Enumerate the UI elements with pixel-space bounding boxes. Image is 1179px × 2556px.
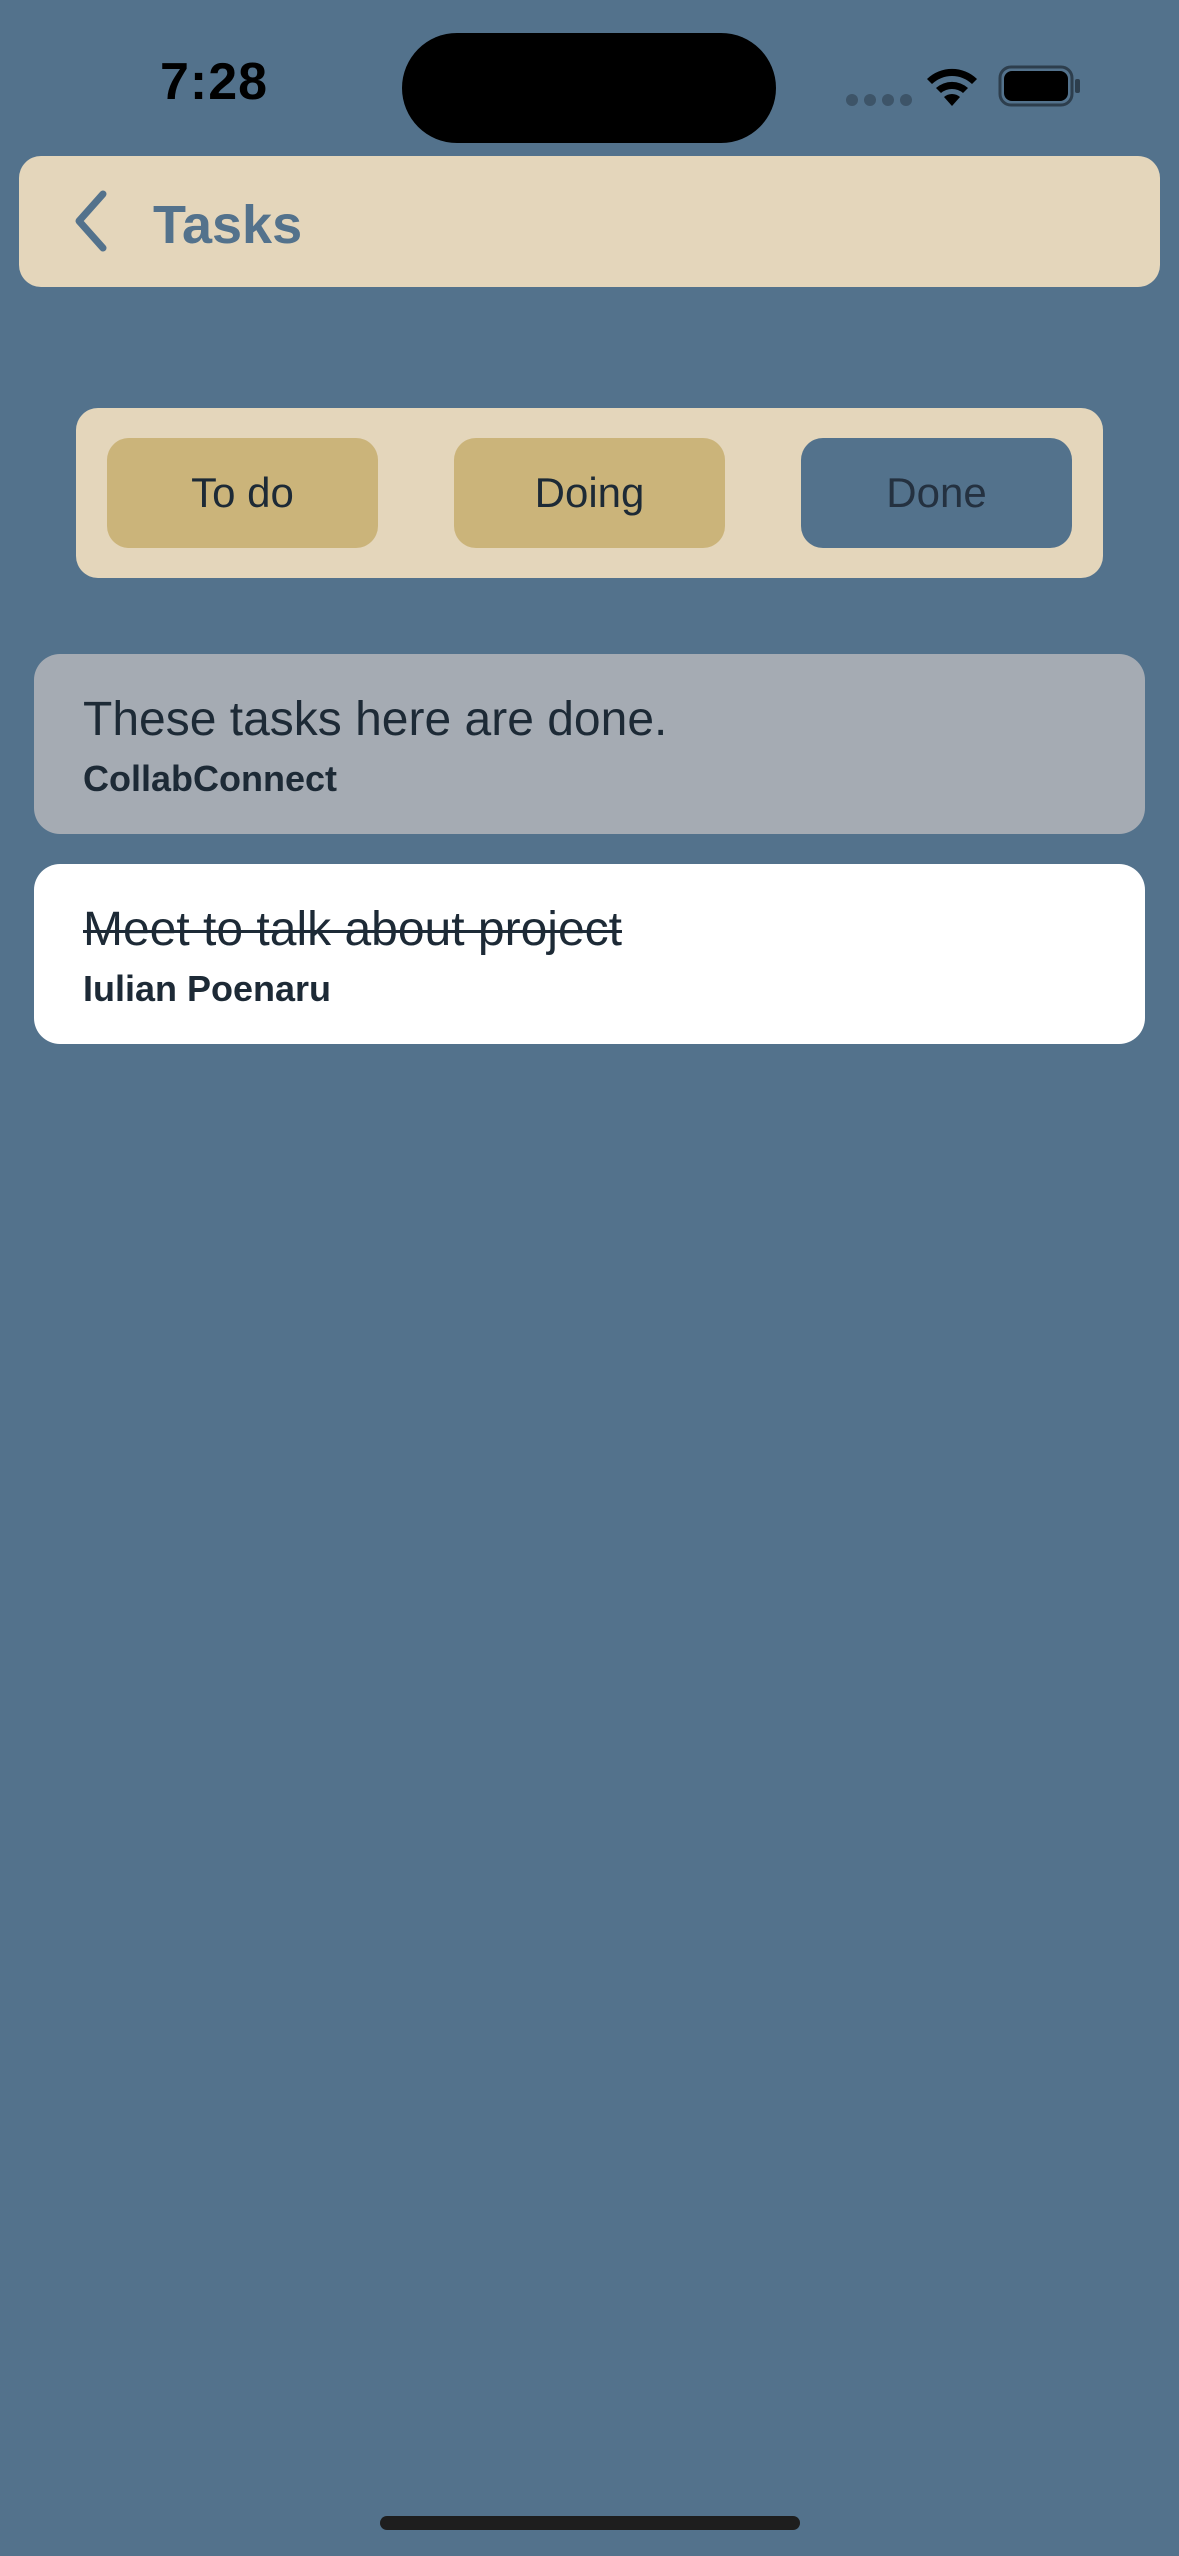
dynamic-island bbox=[402, 33, 776, 143]
chevron-left-icon[interactable] bbox=[59, 186, 129, 256]
status-time: 7:28 bbox=[160, 53, 269, 111]
info-card: These tasks here are done. CollabConnect bbox=[34, 654, 1145, 834]
info-card-subtitle: CollabConnect bbox=[83, 758, 338, 799]
page-title: Tasks bbox=[153, 195, 303, 255]
task-card[interactable]: Meet to talk about project Iulian Poenar… bbox=[34, 864, 1145, 1044]
wifi-icon bbox=[927, 68, 977, 106]
battery-icon bbox=[998, 65, 1080, 107]
tab-doing[interactable]: Doing bbox=[454, 438, 725, 548]
tab-to-do[interactable]: To do bbox=[107, 438, 378, 548]
task-title: Meet to talk about project bbox=[83, 903, 622, 956]
navigation-bar: Tasks bbox=[19, 156, 1160, 287]
info-card-title: These tasks here are done. bbox=[83, 693, 668, 746]
tab-done[interactable]: Done bbox=[801, 438, 1072, 548]
status-tab-bar: To do Doing Done bbox=[76, 408, 1103, 578]
task-assignee: Iulian Poenaru bbox=[83, 968, 332, 1009]
home-indicator[interactable] bbox=[380, 2516, 800, 2530]
signal-dots-icon bbox=[846, 94, 912, 106]
